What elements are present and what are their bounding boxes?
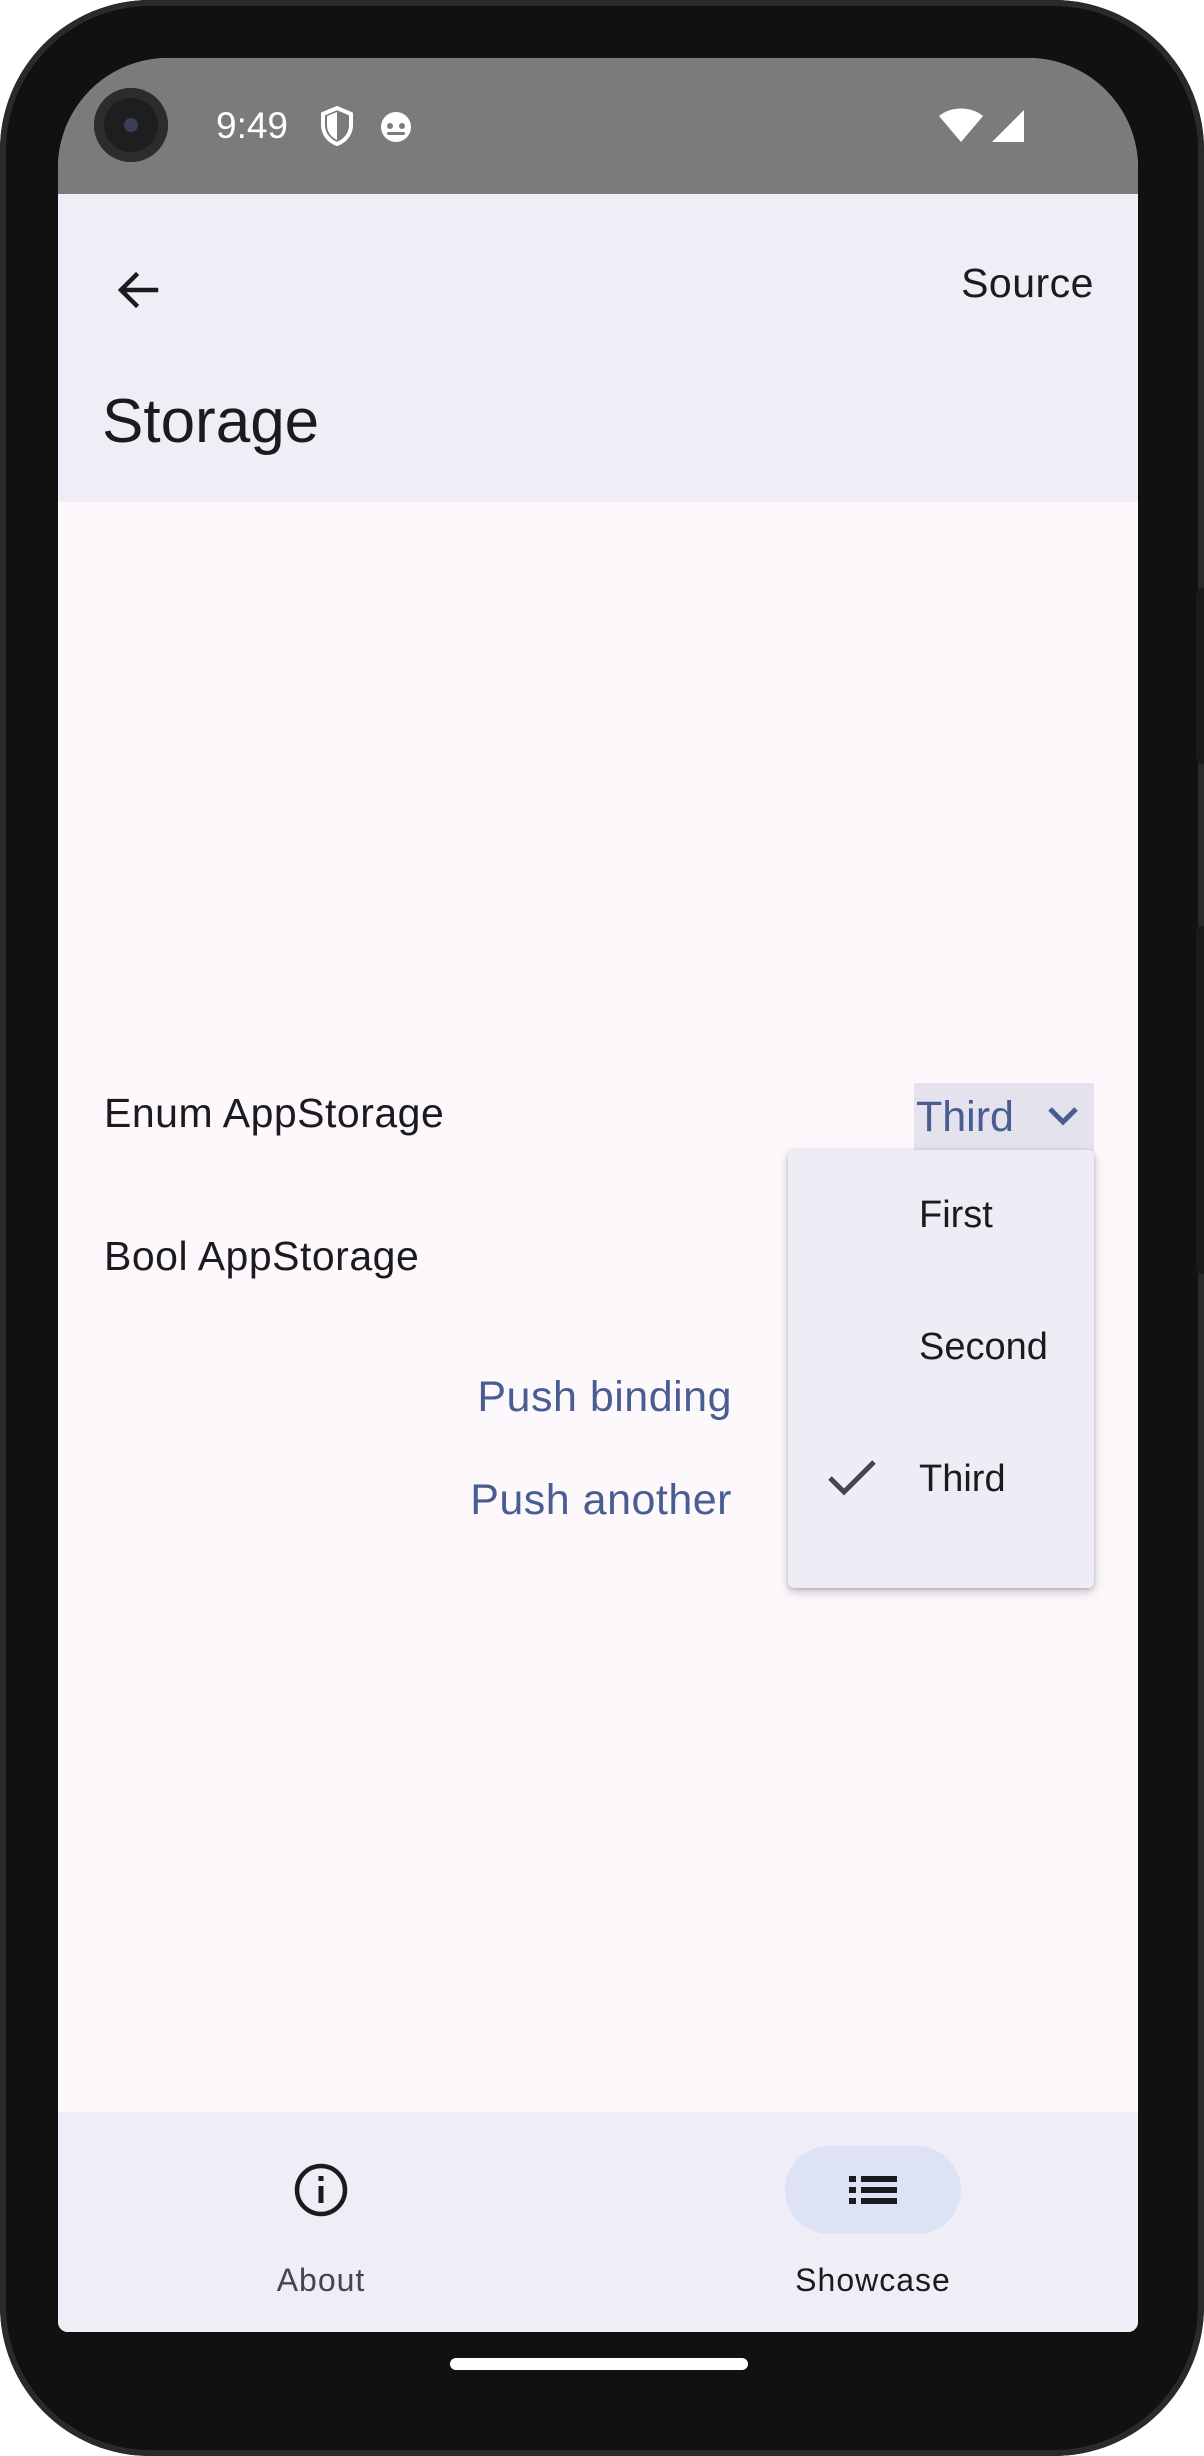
cellular-signal-icon — [990, 108, 1026, 149]
menu-item-label: First — [919, 1194, 993, 1236]
front-camera — [94, 88, 168, 162]
menu-item-label: Second — [919, 1326, 1048, 1368]
cat-face-icon — [378, 108, 414, 149]
status-bar: 9:49 — [58, 58, 1138, 194]
page-title: Storage — [102, 387, 320, 456]
nav-label-about: About — [276, 2262, 366, 2298]
chevron-down-icon — [1046, 1103, 1080, 1134]
phone-frame: 9:49 Source Storage Enum AppStorage Thir… — [0, 0, 1204, 2456]
info-circle-icon — [293, 2162, 349, 2218]
picker-selected-value: Third — [916, 1092, 1014, 1141]
bottom-navigation-bar: About Showcase — [58, 2112, 1138, 2332]
nav-label-showcase: Showcase — [795, 2262, 951, 2298]
menu-item-third[interactable]: Third — [788, 1414, 1094, 1546]
checkmark-icon — [826, 1456, 878, 1505]
nav-item-about[interactable]: About — [171, 2112, 471, 2332]
push-another-button[interactable]: Push another — [470, 1476, 732, 1525]
enum-appstorage-label: Enum AppStorage — [104, 1090, 445, 1136]
enum-appstorage-picker[interactable]: Third — [914, 1083, 1094, 1151]
menu-item-first[interactable]: First — [788, 1150, 1094, 1282]
menu-item-label: Third — [919, 1458, 1006, 1500]
power-button — [1196, 588, 1204, 764]
screen: 9:49 Source Storage Enum AppStorage Thir… — [58, 58, 1138, 2332]
enum-dropdown-menu: First Second Third — [788, 1150, 1094, 1588]
back-button[interactable] — [102, 254, 174, 326]
shield-icon — [320, 105, 354, 151]
arrow-left-icon — [117, 271, 159, 309]
source-button[interactable]: Source — [961, 260, 1094, 307]
top-app-bar: Source Storage — [58, 194, 1138, 502]
bool-appstorage-label: Bool AppStorage — [104, 1233, 420, 1279]
push-binding-button[interactable]: Push binding — [477, 1373, 732, 1422]
nav-item-showcase[interactable]: Showcase — [723, 2112, 1023, 2332]
wifi-icon — [938, 108, 984, 149]
volume-button — [1196, 926, 1204, 1274]
status-time: 9:49 — [216, 105, 289, 146]
list-icon — [845, 2162, 901, 2218]
menu-item-second[interactable]: Second — [788, 1282, 1094, 1414]
home-indicator[interactable] — [450, 2358, 748, 2370]
